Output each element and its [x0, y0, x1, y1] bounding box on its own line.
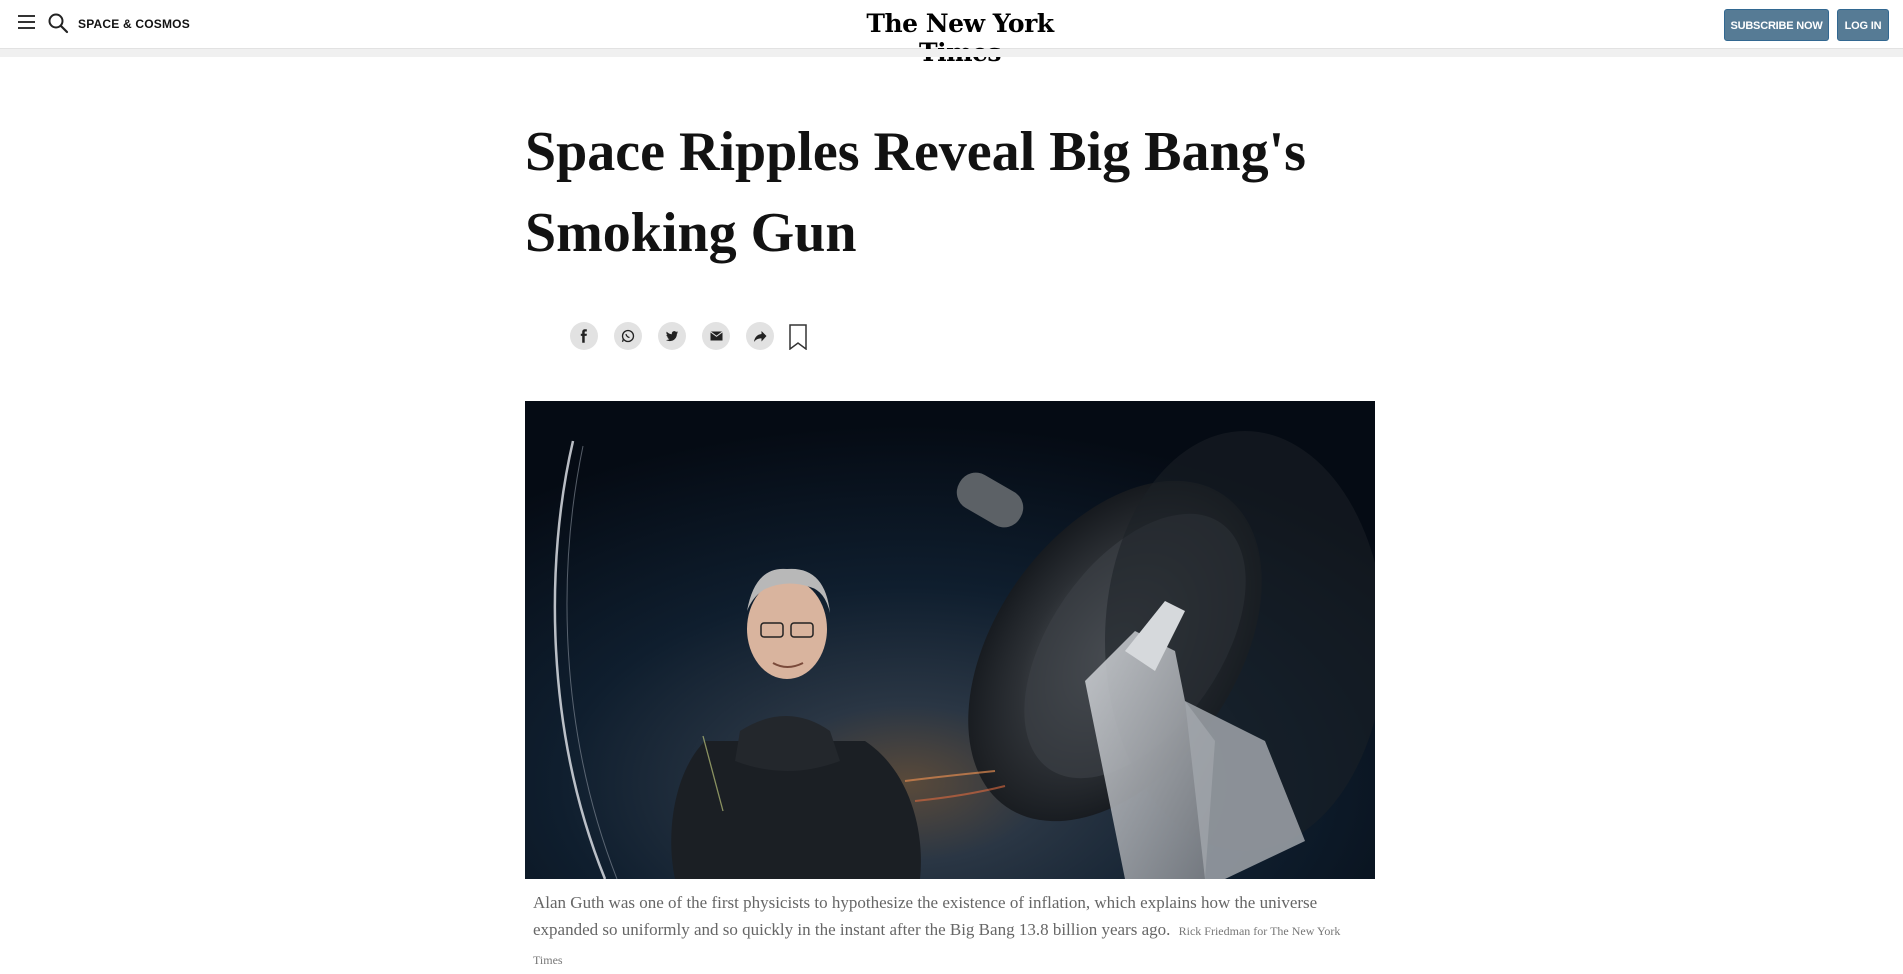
subscribe-button[interactable]: SUBSCRIBE NOW	[1724, 9, 1829, 41]
article-headline: Space Ripples Reveal Big Bang's Smoking …	[525, 121, 1306, 264]
article-photo	[525, 401, 1375, 879]
email-icon[interactable]	[702, 322, 730, 350]
photo-caption: Alan Guth was one of the first physicist…	[533, 889, 1369, 974]
header-divider	[0, 49, 1903, 57]
whatsapp-icon[interactable]	[614, 322, 642, 350]
facebook-icon[interactable]	[570, 322, 598, 350]
bookmark-icon[interactable]	[789, 324, 807, 350]
login-button[interactable]: LOG IN	[1837, 9, 1889, 41]
section-label[interactable]: SPACE & COSMOS	[78, 17, 190, 31]
nyt-logo[interactable]: The New York Times	[830, 9, 1090, 67]
top-bar: SPACE & COSMOS The New York Times SUBSCR…	[0, 0, 1903, 67]
menu-icon[interactable]	[18, 15, 35, 29]
share-icon[interactable]	[746, 322, 774, 350]
twitter-icon[interactable]	[658, 322, 686, 350]
search-icon[interactable]	[47, 12, 69, 34]
